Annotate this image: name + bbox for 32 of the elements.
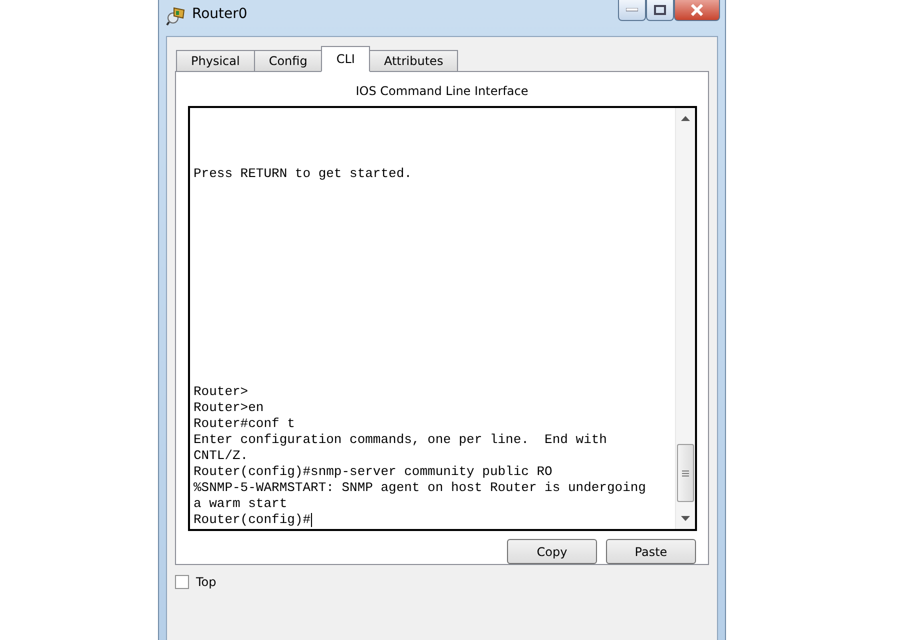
maximize-icon bbox=[654, 5, 666, 15]
console-area[interactable] bbox=[188, 106, 696, 531]
minimize-button[interactable] bbox=[618, 0, 646, 21]
console-line: Router>en bbox=[194, 400, 265, 416]
router-icon bbox=[166, 6, 186, 26]
console-line: a warm start bbox=[194, 496, 288, 512]
top-checkbox[interactable] bbox=[175, 575, 189, 589]
minimize-icon bbox=[626, 8, 638, 12]
scrollbar[interactable] bbox=[674, 108, 694, 529]
grip-icon bbox=[682, 470, 688, 476]
action-button[interactable]: Copy bbox=[507, 539, 597, 564]
checkbox-label: Top bbox=[196, 575, 216, 589]
scroll-up-icon[interactable] bbox=[680, 116, 690, 121]
console-line: %SNMP-5-WARMSTART: SNMP agent on host Router is undergoing bbox=[194, 480, 647, 496]
console-line: Router(config)#snmp-server community public RO bbox=[194, 464, 554, 480]
tab[interactable]: Physical bbox=[176, 50, 255, 71]
console-line: Press RETURN to get started. bbox=[194, 166, 413, 182]
tab[interactable]: CLI bbox=[321, 46, 370, 72]
console-line: Router#conf t bbox=[194, 416, 296, 432]
console-line: Router> bbox=[194, 384, 250, 400]
maximize-button[interactable] bbox=[646, 0, 674, 21]
tab[interactable]: Config bbox=[254, 50, 322, 71]
console-line: Enter configuration commands, one per line. End with bbox=[194, 432, 608, 448]
scroll-down-icon[interactable] bbox=[680, 516, 690, 521]
action-button[interactable]: Paste bbox=[606, 539, 696, 564]
close-icon bbox=[690, 4, 704, 16]
tab[interactable]: Attributes bbox=[368, 50, 458, 71]
console-line: Router(config)# bbox=[194, 512, 313, 528]
panel-title: IOS Command Line Interface bbox=[356, 84, 528, 98]
close-button[interactable] bbox=[674, 0, 720, 21]
console-line: CNTL/Z. bbox=[194, 448, 250, 464]
window-title: Router0 bbox=[192, 6, 248, 22]
